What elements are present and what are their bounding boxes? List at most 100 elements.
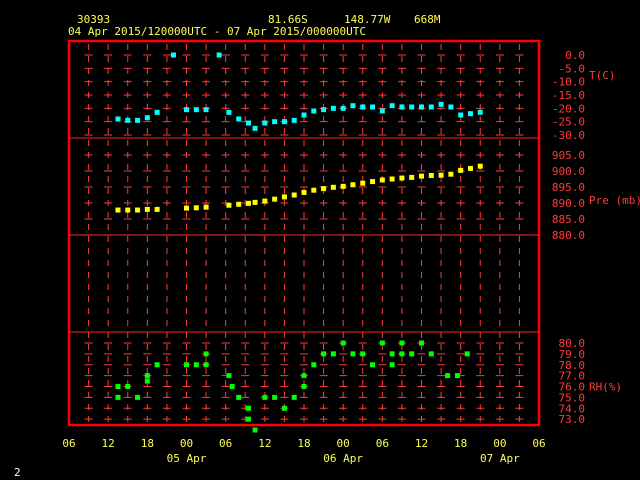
data-point: [115, 394, 121, 400]
x-tick-label: 12: [258, 437, 271, 450]
data-point: [419, 104, 424, 110]
data-point: [389, 362, 395, 368]
data-point: [281, 194, 287, 200]
data-point: [246, 416, 252, 422]
data-point: [360, 104, 366, 110]
data-point: [350, 103, 356, 109]
data-point: [301, 384, 307, 389]
data-point: [262, 198, 268, 204]
data-point: [389, 351, 395, 357]
data-point: [135, 394, 141, 400]
data-point: [184, 362, 189, 368]
data-point: [340, 340, 346, 346]
y-tick-label: -5.0: [559, 62, 586, 75]
data-point: [226, 373, 232, 379]
time-period: 04 Apr 2015/120000UTC - 07 Apr 2015/0000…: [68, 25, 366, 38]
station-elevation: 668M: [414, 13, 441, 26]
y-tick-label: 890.0: [552, 197, 585, 210]
data-point: [350, 182, 356, 188]
data-point: [477, 109, 483, 115]
data-point: [135, 117, 141, 123]
data-point: [301, 189, 307, 195]
y-tick-label: -30.0: [552, 129, 585, 142]
data-point: [311, 362, 317, 368]
data-point: [438, 101, 444, 107]
data-point: [184, 107, 189, 113]
y-tick-label: -25.0: [552, 116, 585, 129]
data-point: [409, 174, 415, 180]
y-tick-label: 900.0: [552, 165, 585, 178]
data-point: [246, 200, 252, 206]
panel-label: Pre (mb): [589, 194, 640, 207]
data-point: [281, 405, 287, 411]
data-point: [311, 108, 317, 114]
data-point: [399, 340, 405, 346]
data-point: [448, 104, 454, 110]
data-point: [448, 171, 454, 177]
data-point: [252, 199, 258, 205]
data-point: [409, 104, 415, 110]
data-point: [419, 340, 424, 346]
grid-layer: [84, 44, 524, 422]
y-tick-label: -10.0: [552, 76, 585, 89]
data-point: [229, 384, 235, 389]
data-point: [477, 163, 483, 169]
data-point: [379, 340, 385, 346]
data-point: [115, 384, 121, 389]
data-point: [360, 180, 366, 186]
y-tick-label: 880.0: [552, 229, 585, 242]
data-point: [281, 119, 287, 125]
data-point: [370, 362, 376, 368]
data-point: [428, 104, 434, 110]
x-tick-label: 00: [337, 437, 350, 450]
y-tick-label: 73.0: [559, 413, 586, 426]
data-point: [321, 351, 327, 357]
data-point: [262, 394, 268, 400]
data-point: [291, 192, 297, 198]
y-tick-label: -15.0: [552, 89, 585, 102]
data-point: [125, 384, 131, 389]
data-point: [428, 351, 434, 357]
data-point: [445, 373, 451, 379]
data-point: [301, 373, 307, 379]
data-point: [464, 351, 470, 357]
data-point: [379, 177, 385, 183]
page-number: 2: [14, 466, 21, 479]
plot-frame: [67, 39, 541, 427]
data-point: [330, 351, 336, 357]
x-tick-label: 18: [141, 437, 154, 450]
data-point: [246, 405, 252, 411]
data-point: [428, 172, 434, 178]
data-point: [350, 351, 356, 357]
meteogram-chart: 30393 81.66S 148.77W 668M 04 Apr 2015/12…: [14, 13, 640, 479]
data-point: [330, 105, 336, 111]
x-date-label: 07 Apr: [480, 452, 520, 465]
panel-label: T(C): [589, 69, 616, 82]
data-point: [144, 206, 150, 212]
data-point: [135, 207, 141, 213]
data-point: [340, 183, 346, 189]
y-tick-label: 885.0: [552, 213, 585, 226]
data-point: [246, 120, 252, 126]
x-tick-label: 12: [415, 437, 428, 450]
y-tick-label: 895.0: [552, 181, 585, 194]
y-tick-label: 905.0: [552, 149, 585, 162]
data-point: [252, 125, 258, 131]
data-point: [454, 373, 460, 379]
data-point: [193, 362, 199, 368]
data-point: [203, 362, 209, 368]
data-point: [291, 394, 297, 400]
data-point: [389, 103, 395, 109]
x-date-label: 06 Apr: [323, 452, 363, 465]
x-tick-label: 06: [219, 437, 232, 450]
data-point: [399, 175, 405, 181]
data-point: [458, 167, 464, 173]
data-point: [144, 378, 150, 384]
data-point: [125, 117, 131, 123]
x-tick-label: 12: [102, 437, 115, 450]
data-point: [252, 427, 258, 433]
data-point: [272, 196, 278, 202]
data-point: [125, 207, 131, 213]
data-point: [262, 120, 268, 126]
data-point: [419, 173, 424, 179]
